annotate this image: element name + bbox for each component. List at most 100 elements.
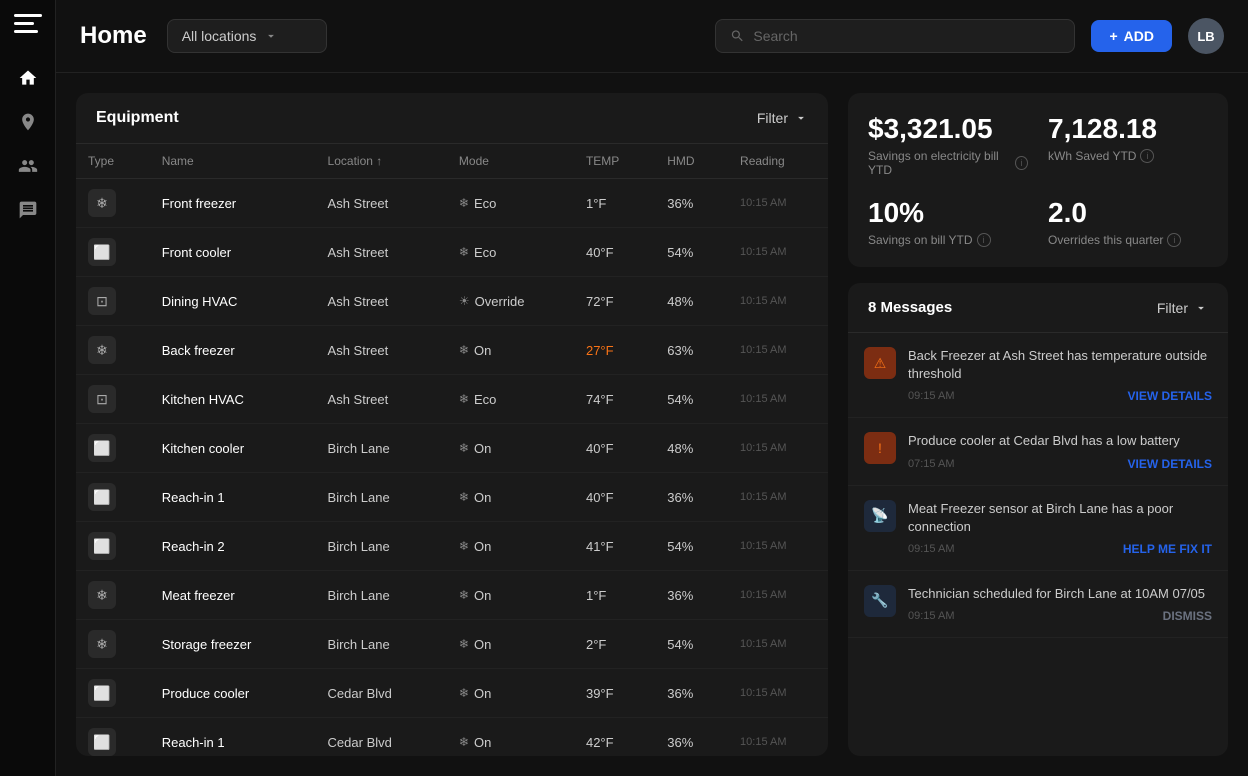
type-icon-cooler: ⬜ xyxy=(88,434,116,462)
table-row[interactable]: ❄ Front freezer Ash Street ❄Eco 1°F 36% … xyxy=(76,179,828,228)
cell-mode: ❄On xyxy=(447,669,574,718)
search-input[interactable] xyxy=(753,28,1060,44)
add-button[interactable]: + ADD xyxy=(1091,20,1172,52)
messages-title: 8 Messages xyxy=(868,299,952,316)
stat-savings: $3,321.05 Savings on electricity bill YT… xyxy=(868,113,1028,177)
col-location[interactable]: Location ↑ xyxy=(316,144,447,179)
cell-location: Birch Lane xyxy=(316,424,447,473)
cell-type: ⬜ xyxy=(76,718,150,757)
table-row[interactable]: ❄ Back freezer Ash Street ❄On 27°F 63% 1… xyxy=(76,326,828,375)
cell-type: ❄ xyxy=(76,179,150,228)
cell-location: Birch Lane xyxy=(316,473,447,522)
message-action-button[interactable]: VIEW DETAILS xyxy=(1128,389,1212,403)
type-icon-hvac: ⊡ xyxy=(88,287,116,315)
sidebar-item-users[interactable] xyxy=(10,148,46,184)
cell-reading: 10:15 AM xyxy=(728,620,828,669)
messages-list[interactable]: ⚠ Back Freezer at Ash Street has tempera… xyxy=(848,333,1228,756)
table-row[interactable]: ⬜ Kitchen cooler Birch Lane ❄On 40°F 48%… xyxy=(76,424,828,473)
avatar[interactable]: LB xyxy=(1188,18,1224,54)
equipment-table: Type Name Location ↑ Mode TEMP HMD Readi… xyxy=(76,144,828,756)
cell-reading: 10:15 AM xyxy=(728,179,828,228)
table-row[interactable]: ⬜ Front cooler Ash Street ❄Eco 40°F 54% … xyxy=(76,228,828,277)
kwh-info-icon[interactable]: i xyxy=(1140,149,1154,163)
table-row[interactable]: ⬜ Reach-in 1 Birch Lane ❄On 40°F 36% 10:… xyxy=(76,473,828,522)
table-row[interactable]: ⊡ Dining HVAC Ash Street ☀Override 72°F … xyxy=(76,277,828,326)
cell-temp: 74°F xyxy=(574,375,655,424)
type-icon-cooler: ⬜ xyxy=(88,483,116,511)
stat-pct-value: 10% xyxy=(868,197,1028,229)
content-area: Equipment Filter Type Name Location ↑ Mo… xyxy=(56,73,1248,776)
table-row[interactable]: ⬜ Produce cooler Cedar Blvd ❄On 39°F 36%… xyxy=(76,669,828,718)
temp-value: 2°F xyxy=(586,637,606,652)
message-icon: 🔧 xyxy=(864,585,896,617)
cell-type: ⬜ xyxy=(76,228,150,277)
table-row[interactable]: ⬜ Reach-in 1 Cedar Blvd ❄On 42°F 36% 10:… xyxy=(76,718,828,757)
filter-chevron-icon xyxy=(794,111,808,125)
cell-name: Reach-in 2 xyxy=(150,522,316,571)
cell-name: Back freezer xyxy=(150,326,316,375)
mode-label: Eco xyxy=(474,392,496,407)
type-icon-freezer: ❄ xyxy=(88,189,116,217)
mode-icon: ❄ xyxy=(459,490,469,504)
cell-hmd: 48% xyxy=(655,424,728,473)
cell-temp: 40°F xyxy=(574,473,655,522)
equipment-table-container[interactable]: Type Name Location ↑ Mode TEMP HMD Readi… xyxy=(76,144,828,756)
temp-value: 41°F xyxy=(586,539,614,554)
table-row[interactable]: ❄ Meat freezer Birch Lane ❄On 1°F 36% 10… xyxy=(76,571,828,620)
message-action-button[interactable]: HELP ME FIX IT xyxy=(1123,542,1212,556)
message-time: 09:15 AM xyxy=(908,390,954,402)
cell-temp: 41°F xyxy=(574,522,655,571)
temp-value: 40°F xyxy=(586,441,614,456)
cell-mode: ❄Eco xyxy=(447,375,574,424)
type-icon-cooler: ⬜ xyxy=(88,679,116,707)
type-icon-freezer: ❄ xyxy=(88,581,116,609)
sidebar-item-location[interactable] xyxy=(10,104,46,140)
cell-mode: ❄Eco xyxy=(447,179,574,228)
cell-reading: 10:15 AM xyxy=(728,375,828,424)
cell-name: Front cooler xyxy=(150,228,316,277)
cell-hmd: 36% xyxy=(655,571,728,620)
mode-label: On xyxy=(474,588,491,603)
cell-name: Reach-in 1 xyxy=(150,473,316,522)
message-time: 07:15 AM xyxy=(908,458,954,470)
table-row[interactable]: ⊡ Kitchen HVAC Ash Street ❄Eco 74°F 54% … xyxy=(76,375,828,424)
mode-icon: ❄ xyxy=(459,735,469,749)
cell-temp: 1°F xyxy=(574,179,655,228)
stats-card: $3,321.05 Savings on electricity bill YT… xyxy=(848,93,1228,267)
cell-location: Ash Street xyxy=(316,179,447,228)
cell-mode: ❄On xyxy=(447,620,574,669)
cell-hmd: 36% xyxy=(655,669,728,718)
table-row[interactable]: ❄ Storage freezer Birch Lane ❄On 2°F 54%… xyxy=(76,620,828,669)
cell-mode: ❄On xyxy=(447,522,574,571)
cell-type: ⬜ xyxy=(76,473,150,522)
table-row[interactable]: ⬜ Reach-in 2 Birch Lane ❄On 41°F 54% 10:… xyxy=(76,522,828,571)
messages-filter-button[interactable]: Filter xyxy=(1157,300,1208,316)
search-icon xyxy=(730,28,745,44)
search-bar[interactable] xyxy=(715,19,1075,53)
stat-overrides-value: 2.0 xyxy=(1048,197,1208,229)
message-item: 📡 Meat Freezer sensor at Birch Lane has … xyxy=(848,486,1228,571)
message-action-button[interactable]: DISMISS xyxy=(1163,609,1212,623)
sidebar-item-home[interactable] xyxy=(10,60,46,96)
sidebar-item-messages[interactable] xyxy=(10,192,46,228)
cell-temp: 42°F xyxy=(574,718,655,757)
message-action-button[interactable]: VIEW DETAILS xyxy=(1128,457,1212,471)
message-footer: 09:15 AM DISMISS xyxy=(908,609,1212,623)
savings-info-icon[interactable]: i xyxy=(1015,156,1028,170)
location-dropdown[interactable]: All locations xyxy=(167,19,327,53)
stat-savings-value: $3,321.05 xyxy=(868,113,1028,145)
cell-reading: 10:15 AM xyxy=(728,522,828,571)
pct-info-icon[interactable]: i xyxy=(977,233,991,247)
cell-temp: 40°F xyxy=(574,228,655,277)
cell-type: ⬜ xyxy=(76,669,150,718)
page-title: Home xyxy=(80,22,147,50)
overrides-info-icon[interactable]: i xyxy=(1167,233,1181,247)
message-body: Meat Freezer sensor at Birch Lane has a … xyxy=(908,500,1212,556)
equipment-filter-button[interactable]: Filter xyxy=(757,110,808,126)
col-name: Name xyxy=(150,144,316,179)
stat-overrides: 2.0 Overrides this quarter i xyxy=(1048,197,1208,247)
type-icon-hvac: ⊡ xyxy=(88,385,116,413)
cell-temp: 2°F xyxy=(574,620,655,669)
cell-mode: ❄On xyxy=(447,326,574,375)
cell-temp: 27°F xyxy=(574,326,655,375)
